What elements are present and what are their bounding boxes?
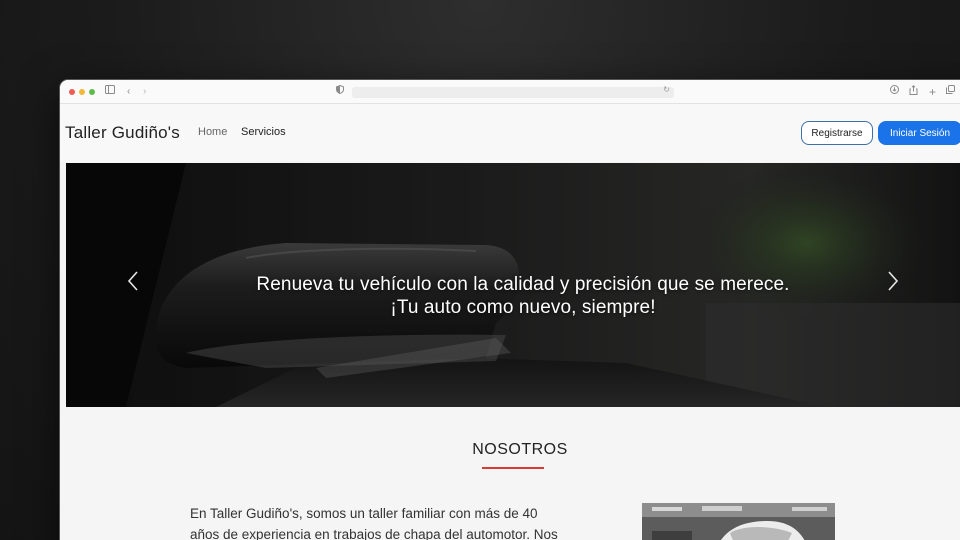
- forward-chevron-right-icon[interactable]: ›: [143, 85, 146, 99]
- browser-window: ‹ › ↻ + Taller Gudiño's Home Servicios R…: [60, 80, 960, 540]
- title-underline: [482, 467, 544, 469]
- nav-link-servicios[interactable]: Servicios: [241, 126, 286, 138]
- nav-link-home[interactable]: Home: [198, 126, 227, 138]
- section-title: NOSOTROS: [472, 441, 568, 458]
- minimize-window-button[interactable]: [79, 89, 85, 95]
- carousel-prev-chevron-left-icon[interactable]: [123, 271, 143, 296]
- register-button[interactable]: Registrarse: [801, 121, 873, 145]
- maximize-window-button[interactable]: [89, 89, 95, 95]
- close-window-button[interactable]: [69, 89, 75, 95]
- reload-icon[interactable]: ↻: [663, 85, 670, 94]
- about-section: NOSOTROS En Taller Gudiño's, somos un ta…: [60, 407, 960, 540]
- login-button[interactable]: Iniciar Sesión: [878, 121, 960, 145]
- carousel-next-chevron-right-icon[interactable]: [883, 271, 903, 296]
- site-navbar: Taller Gudiño's Home Servicios Registrar…: [60, 104, 960, 162]
- address-bar[interactable]: ↻: [352, 85, 674, 98]
- about-workshop-image: [642, 503, 835, 540]
- tabs-icon[interactable]: [946, 85, 955, 99]
- download-icon[interactable]: [890, 85, 899, 99]
- shield-icon[interactable]: [336, 84, 344, 99]
- site-brand[interactable]: Taller Gudiño's: [65, 123, 180, 143]
- hero-caption-line-2: ¡Tu auto como nuevo, siempre!: [390, 297, 656, 318]
- browser-toolbar: ‹ › ↻ +: [60, 80, 960, 104]
- hero-caption-line-1: Renueva tu vehículo con la calidad y pre…: [256, 274, 790, 295]
- about-text: En Taller Gudiño's, somos un taller fami…: [190, 503, 620, 540]
- back-chevron-left-icon[interactable]: ‹: [127, 85, 130, 99]
- new-tab-plus-icon[interactable]: +: [929, 85, 936, 99]
- hero-carousel: Renueva tu vehículo con la calidad y pre…: [66, 163, 960, 407]
- about-text-line-1: En Taller Gudiño's, somos un taller fami…: [190, 506, 538, 521]
- about-text-line-2: años de experiencia en trabajos de chapa…: [190, 527, 558, 540]
- sidebar-icon[interactable]: [105, 85, 115, 99]
- share-icon[interactable]: [909, 85, 918, 100]
- hero-caption: Renueva tu vehículo con la calidad y pre…: [66, 273, 960, 319]
